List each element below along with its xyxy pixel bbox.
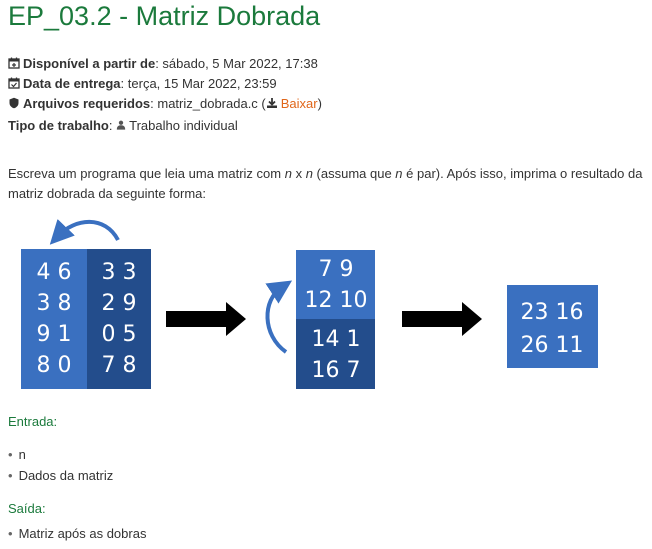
matrix2-bottom-row-0: 14 1 [312,327,361,352]
matrix3-row-0: 23 16 [521,300,584,325]
matrix1-right-row-3: 7 8 [102,353,137,378]
matrix1-right-row-2: 0 5 [102,322,137,347]
output-item-0: Matriz após as dobras [8,523,147,544]
matrix3-row-1: 26 11 [521,333,584,358]
matrix1-left-row-3: 8 0 [37,353,72,378]
input-heading: Entrada: [8,414,58,429]
matrix1-left-row-2: 9 1 [37,322,72,347]
matrix2-bottom-row-1: 16 7 [312,358,361,383]
output-list: Matriz após as dobras [8,523,147,544]
matrix1-right-row-0: 3 3 [102,260,137,285]
arrow-right-2 [402,302,482,336]
fold-arrow-vertical [265,280,293,354]
output-heading: Saída: [8,501,46,516]
arrow-right-1 [166,302,246,336]
matrix1-right-row-1: 2 9 [102,291,137,316]
matrix2-top-row-0: 7 9 [319,257,354,282]
matrix1-left-row-1: 3 8 [37,291,72,316]
matrix2-top-row-1: 12 10 [305,288,368,313]
fold-arrow-horizontal [49,219,120,245]
matrix1-left-row-0: 4 6 [37,260,72,285]
input-list: nDados da matriz [8,444,114,486]
input-item-1: Dados da matriz [8,465,114,486]
input-item-0: n [8,444,113,465]
